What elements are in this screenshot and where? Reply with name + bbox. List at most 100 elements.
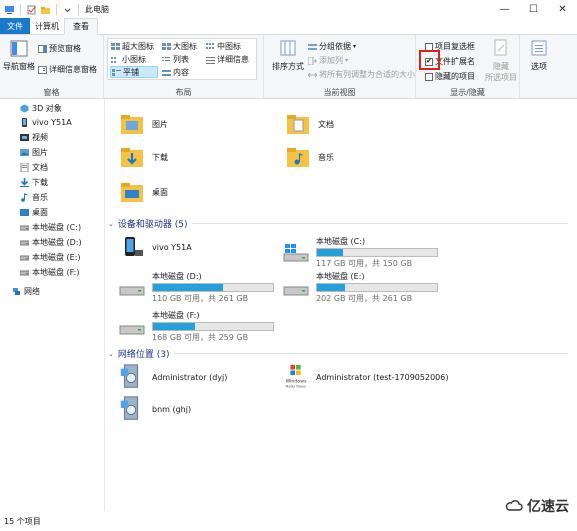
chevron-down-icon[interactable] — [62, 5, 73, 15]
panes-group: 导航窗格 预览窗格 详细信息窗格 窗格 — [0, 35, 104, 99]
properties-icon[interactable] — [26, 5, 37, 15]
layout-small-icons[interactable]: 小图标 — [111, 54, 146, 65]
group-label: 布局 — [175, 88, 192, 97]
minimize-button[interactable]: — — [490, 0, 519, 19]
options-icon — [531, 40, 547, 56]
fit-columns-button[interactable]: 将所有列调整为合适的大小 — [308, 69, 415, 80]
large-icons-icon — [162, 42, 171, 50]
sidebar-item-video[interactable]: 视频 — [20, 130, 48, 144]
watermark-text: 亿速云 — [527, 499, 569, 515]
add-column-icon — [308, 56, 317, 65]
pictures-folder-icon — [121, 115, 143, 134]
layout-content[interactable]: 内容 — [162, 67, 189, 78]
navigation-pane-divider[interactable] — [104, 99, 105, 511]
drive-c[interactable]: 本地磁盘 (C:) 117 GB 可用，共 150 GB — [282, 236, 438, 269]
downloads-folder-icon — [121, 148, 143, 167]
tiles-icon — [112, 69, 121, 76]
folder-pictures[interactable]: 图片 — [120, 113, 168, 135]
close-button[interactable]: ✕ — [548, 0, 577, 19]
drive-d[interactable]: 本地磁盘 (D:) 110 GB 可用，共 261 GB — [118, 271, 274, 304]
layout-list[interactable]: 列表 — [162, 54, 189, 65]
sidebar-item-drive-f[interactable]: 本地磁盘 (F:) — [20, 265, 79, 279]
drive-name: 本地磁盘 (F:) — [152, 311, 200, 320]
drive-e[interactable]: 本地磁盘 (E:) 202 GB 可用，共 261 GB — [282, 271, 438, 304]
folder-documents[interactable]: 文档 — [286, 113, 334, 135]
content-icon — [162, 69, 171, 76]
medium-icons-icon — [206, 42, 214, 49]
file-extensions-highlight — [419, 50, 440, 70]
sort-by-button[interactable]: 排序方式 — [270, 39, 306, 72]
folder-desktop[interactable]: 桌面 — [120, 181, 168, 203]
drive-name: 本地磁盘 (C:) — [316, 237, 366, 246]
tab-computer[interactable]: 计算机 — [30, 18, 64, 34]
tab-file[interactable]: 文件 — [0, 18, 30, 34]
drive-free-space: 110 GB 可用，共 261 GB — [152, 294, 249, 303]
details-icon — [206, 56, 215, 64]
device-phone[interactable]: vivo Y51A — [118, 236, 192, 258]
computer-icon[interactable] — [4, 5, 15, 15]
video-icon — [20, 133, 29, 141]
layout-details[interactable]: 详细信息 — [206, 54, 249, 65]
details-pane-button[interactable]: 详细信息窗格 — [38, 64, 97, 75]
folder-downloads[interactable]: 下载 — [120, 146, 168, 168]
drive-usage-bar — [316, 248, 438, 257]
layout-tiles[interactable]: 平铺 — [110, 66, 158, 78]
devices-section-header[interactable]: ⌄ 设备和驱动器 (5) — [108, 217, 568, 230]
desktop-folder-icon — [121, 183, 143, 202]
drive-f[interactable]: 本地磁盘 (F:) 168 GB 可用，共 259 GB — [118, 310, 274, 343]
network-location-test[interactable]: Windows Media Player Administrator (test-… — [282, 363, 448, 391]
phone-icon — [22, 117, 27, 127]
layout-large-icons[interactable]: 大图标 — [162, 41, 197, 52]
hide-selected-button[interactable]: 隐藏 所选项目 — [484, 39, 518, 83]
drive-name: 本地磁盘 (E:) — [316, 272, 365, 281]
drive-usage-bar — [152, 322, 274, 331]
drive-icon — [20, 270, 29, 275]
layout-extra-large-icons[interactable]: 超大图标 — [111, 41, 154, 52]
network-section-header[interactable]: ⌄ 网络位置 (3) — [108, 347, 568, 360]
network-location-ghj[interactable]: bnm (ghj) — [118, 395, 191, 423]
sidebar-item-network[interactable]: 网络 — [12, 284, 40, 298]
sidebar-item-drive-c[interactable]: 本地磁盘 (C:) — [20, 220, 81, 234]
drive-usage-bar — [152, 283, 274, 292]
content-area: 图片 文档 下载 音乐 桌面 ⌄ 设备和驱动器 (5) vivo Y51A 本地… — [106, 99, 577, 511]
watermark: 亿速云 — [505, 496, 569, 516]
sidebar-item-music[interactable]: 音乐 — [20, 190, 48, 204]
window-title: 此电脑 — [85, 5, 109, 14]
phone-device-icon — [125, 237, 143, 256]
section-rule — [173, 353, 568, 354]
maximize-button[interactable]: ☐ — [519, 0, 548, 19]
options-button[interactable]: 选项 — [524, 39, 554, 72]
group-by-button[interactable]: 分组依据 ▾ — [308, 41, 356, 52]
drive-free-space: 202 GB 可用，共 261 GB — [316, 294, 413, 303]
sidebar-item-pictures[interactable]: 图片 — [20, 145, 48, 159]
tab-view[interactable]: 查看 — [64, 18, 98, 35]
sidebar-item-documents[interactable]: 文档 — [20, 160, 48, 174]
title-bar: 此电脑 — ☐ ✕ — [0, 0, 577, 19]
layout-medium-icons[interactable]: 中图标 — [206, 41, 241, 52]
section-title: 网络位置 (3) — [117, 350, 170, 360]
preview-pane-button[interactable]: 预览窗格 — [38, 43, 81, 54]
sidebar-item-downloads[interactable]: 下载 — [20, 175, 48, 189]
navigation-pane: 3D 对象 vivo Y51A 视频 图片 文档 下载 音乐 桌面 本地磁盘 (… — [0, 99, 104, 511]
folder-music[interactable]: 音乐 — [286, 146, 334, 168]
navigation-pane-button[interactable]: 导航窗格 — [3, 39, 35, 72]
add-column-button[interactable]: 添加列 ▾ — [308, 55, 348, 66]
sidebar-item-drive-d[interactable]: 本地磁盘 (D:) — [20, 235, 82, 249]
status-bar: 15 个项目 — [0, 511, 577, 531]
new-folder-icon[interactable] — [40, 5, 51, 15]
chevron-down-icon: ⌄ — [108, 219, 114, 228]
sidebar-item-phone[interactable]: vivo Y51A — [20, 115, 72, 129]
hidden-items-checkbox[interactable] — [425, 72, 433, 81]
separator — [20, 4, 21, 15]
device-name: vivo Y51A — [152, 242, 192, 252]
sidebar-item-desktop[interactable]: 桌面 — [20, 205, 48, 219]
sidebar-item-3d-objects[interactable]: 3D 对象 — [20, 101, 62, 115]
separator — [78, 4, 79, 15]
drive-usage-fill — [317, 284, 345, 291]
network-location-dyj[interactable]: Administrator (dyj) — [118, 363, 227, 391]
hidden-items-toggle[interactable]: 隐藏的项目 — [425, 71, 475, 82]
layout-gallery: 超大图标 大图标 中图标 小图标 列表 详细信息 平铺 内容 — [107, 38, 257, 80]
sidebar-item-drive-e[interactable]: 本地磁盘 (E:) — [20, 250, 81, 264]
group-label: 窗格 — [43, 88, 60, 97]
small-icons-icon — [111, 56, 116, 63]
